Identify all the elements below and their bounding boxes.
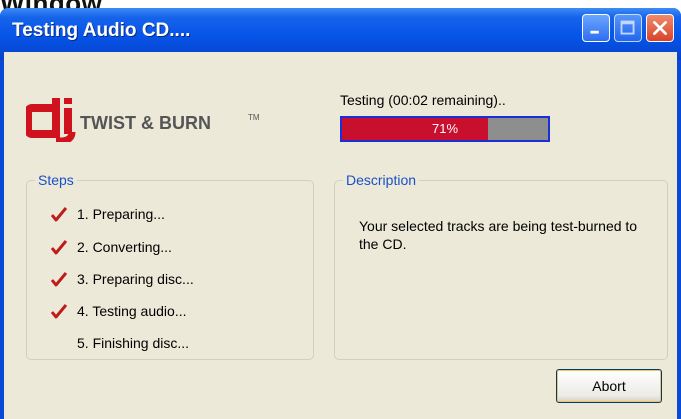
dialog-client-area: TWIST & BURN TM Testing (00:02 remaining… bbox=[4, 52, 677, 419]
description-legend: Description bbox=[343, 172, 420, 188]
window-title: Testing Audio CD.... bbox=[12, 20, 191, 41]
close-button[interactable] bbox=[646, 14, 674, 42]
minimize-button[interactable] bbox=[582, 14, 610, 42]
dj-logo-icon bbox=[26, 98, 76, 142]
dialog-window: Testing Audio CD.... TWIST & BURN TM Tes… bbox=[0, 8, 681, 419]
abort-button[interactable]: Abort bbox=[556, 369, 662, 403]
twist-and-burn-logo: TWIST & BURN TM bbox=[26, 98, 260, 142]
steps-group: Steps 1. Preparing... 2. Converting... 3… bbox=[26, 172, 314, 360]
description-group: Description Your selected tracks are bei… bbox=[334, 172, 668, 360]
close-icon bbox=[653, 21, 667, 35]
maximize-button[interactable] bbox=[614, 14, 642, 42]
step-label: 1. Preparing... bbox=[77, 206, 165, 222]
minimize-icon bbox=[590, 30, 599, 34]
check-mark-icon bbox=[51, 272, 67, 287]
check-mark-icon bbox=[51, 240, 67, 255]
maximize-icon bbox=[620, 20, 635, 35]
logo-trademark: TM bbox=[248, 113, 260, 122]
progress-bar: 71% bbox=[340, 116, 550, 142]
description-text: Your selected tracks are being test-burn… bbox=[359, 218, 638, 252]
step-label: 5. Finishing disc... bbox=[77, 335, 190, 351]
status-label: Testing (00:02 remaining).. bbox=[340, 92, 506, 108]
step-label: 2. Converting... bbox=[77, 239, 172, 255]
step-label: 4. Testing audio... bbox=[77, 303, 187, 319]
steps-legend: Steps bbox=[35, 172, 77, 188]
check-mark-icon bbox=[51, 207, 67, 222]
check-mark-icon bbox=[51, 304, 67, 319]
progress-percent: 71% bbox=[431, 121, 459, 136]
logo-text: TWIST & BURN bbox=[80, 113, 211, 133]
step-label: 3. Preparing disc... bbox=[77, 271, 194, 287]
